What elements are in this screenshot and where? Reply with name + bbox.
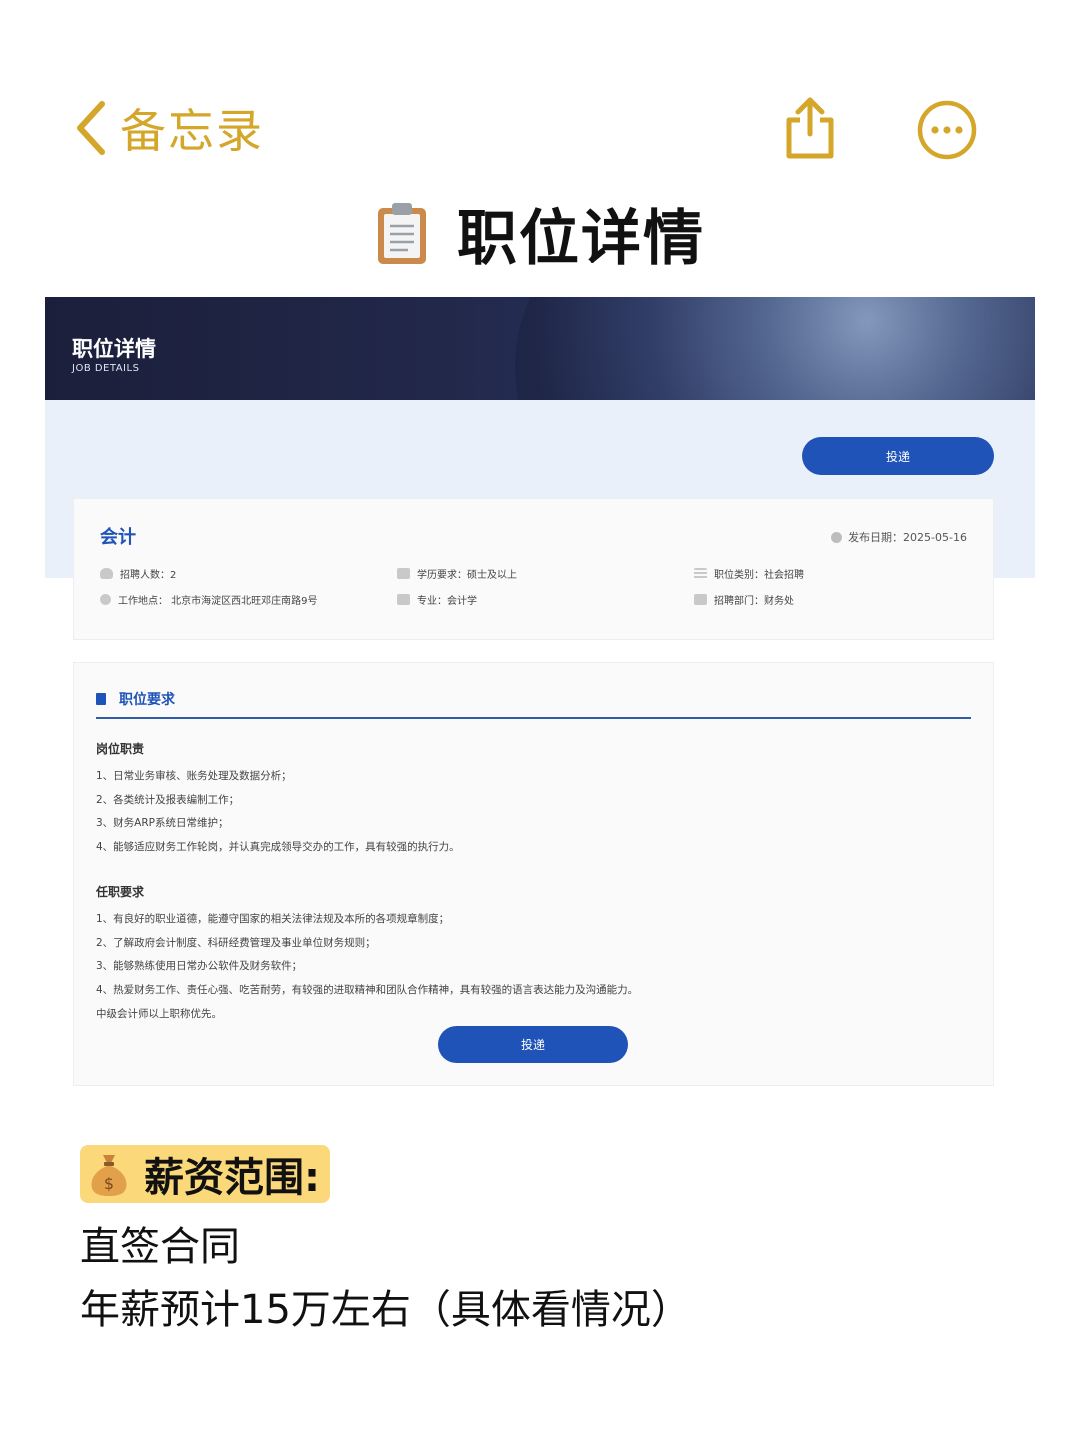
duty-line: 4、能够适应财务工作轮岗，并认真完成领导交办的工作，具有较强的执行力。 bbox=[96, 841, 460, 853]
building-icon bbox=[694, 594, 707, 605]
info-text: 招聘人数：2 bbox=[120, 570, 177, 581]
info-text: 招聘部门：财务处 bbox=[714, 596, 794, 607]
job-page-screenshot: 职位详情 JOB DETAILS 投递 会计 发布日期：2025-05-16 招… bbox=[45, 297, 1035, 1097]
person-icon bbox=[100, 568, 113, 579]
job-requirements-card: 职位要求 岗位职责 1、日常业务审核、账务处理及数据分析； 2、各类统计及报表编… bbox=[73, 662, 994, 1086]
note-title: 职位详情 bbox=[0, 196, 1080, 274]
list-icon bbox=[694, 568, 707, 579]
info-text: 学历要求：硕士及以上 bbox=[417, 570, 517, 581]
share-button[interactable] bbox=[780, 96, 840, 160]
info-text: 工作地点： 北京市海淀区西北旺邓庄南路9号 bbox=[118, 596, 318, 607]
location-pin-icon bbox=[100, 594, 111, 605]
qualification-line: 4、热爱财务工作、责任心强、吃苦耐劳，有较强的进取精神和团队合作精神，具有较强的… bbox=[96, 984, 639, 996]
banner-subtitle: JOB DETAILS bbox=[72, 363, 140, 374]
duty-line: 1、日常业务审核、账务处理及数据分析； bbox=[96, 770, 292, 782]
publish-date-text: 发布日期：2025-05-16 bbox=[848, 531, 967, 544]
requirements-heading-text: 职位要求 bbox=[119, 692, 175, 708]
info-location: 工作地点： 北京市海淀区西北旺邓庄南路9号 bbox=[100, 592, 318, 607]
job-summary-card: 会计 发布日期：2025-05-16 招聘人数：2 学历要求：硕士及以上 职位类… bbox=[73, 498, 994, 640]
info-text: 专业：会计学 bbox=[417, 596, 477, 607]
svg-text:$: $ bbox=[104, 1174, 114, 1193]
back-button[interactable]: 备忘录 bbox=[72, 98, 264, 158]
job-name: 会计 bbox=[100, 527, 136, 548]
book-icon bbox=[397, 594, 410, 605]
info-headcount: 招聘人数：2 bbox=[100, 566, 176, 581]
clipboard-icon bbox=[378, 203, 426, 264]
earth-image bbox=[515, 297, 1035, 400]
info-education: 学历要求：硕士及以上 bbox=[397, 566, 517, 581]
more-icon bbox=[917, 100, 977, 160]
qualification-line: 3、能够熟练使用日常办公软件及财务软件； bbox=[96, 960, 303, 972]
more-button[interactable] bbox=[916, 99, 978, 161]
salary-heading: $ 薪资范围: bbox=[80, 1145, 330, 1203]
info-text: 职位类别：社会招聘 bbox=[714, 570, 804, 581]
qualification-line: 中级会计师以上职称优先。 bbox=[96, 1008, 222, 1020]
salary-line: 年薪预计15万左右（具体看情况） bbox=[80, 1287, 691, 1333]
qualification-line: 1、有良好的职业道德，能遵守国家的相关法律法规及本所的各项规章制度； bbox=[96, 913, 450, 925]
banner-title: 职位详情 bbox=[72, 337, 156, 361]
notes-topbar: 备忘录 bbox=[0, 0, 1080, 180]
salary-title: 薪资范围: bbox=[144, 1155, 320, 1201]
document-icon bbox=[96, 693, 106, 705]
apply-button-bottom[interactable]: 投递 bbox=[438, 1026, 628, 1063]
divider bbox=[96, 717, 971, 719]
back-label: 备忘录 bbox=[120, 104, 264, 158]
share-icon bbox=[786, 97, 834, 159]
requirements-heading: 职位要求 bbox=[96, 689, 175, 709]
publish-date: 发布日期：2025-05-16 bbox=[831, 529, 967, 545]
salary-line: 直签合同 bbox=[80, 1224, 240, 1270]
info-department: 招聘部门：财务处 bbox=[694, 592, 794, 607]
qualifications-title: 任职要求 bbox=[96, 885, 145, 899]
graduation-cap-icon bbox=[397, 568, 410, 579]
info-major: 专业：会计学 bbox=[397, 592, 477, 607]
chevron-left-icon bbox=[77, 101, 105, 155]
duty-line: 2、各类统计及报表编制工作； bbox=[96, 794, 240, 806]
info-category: 职位类别：社会招聘 bbox=[694, 566, 804, 581]
duties-title: 岗位职责 bbox=[96, 742, 145, 756]
duty-line: 3、财务ARP系统日常维护； bbox=[96, 817, 229, 829]
clock-icon bbox=[831, 531, 843, 543]
note-title-text: 职位详情 bbox=[457, 203, 705, 274]
apply-button-top[interactable]: 投递 bbox=[802, 437, 994, 475]
qualification-line: 2、了解政府会计制度、科研经费管理及事业单位财务规则； bbox=[96, 937, 376, 949]
money-bag-icon: $ bbox=[91, 1155, 127, 1196]
job-banner: 职位详情 JOB DETAILS bbox=[45, 297, 1035, 400]
